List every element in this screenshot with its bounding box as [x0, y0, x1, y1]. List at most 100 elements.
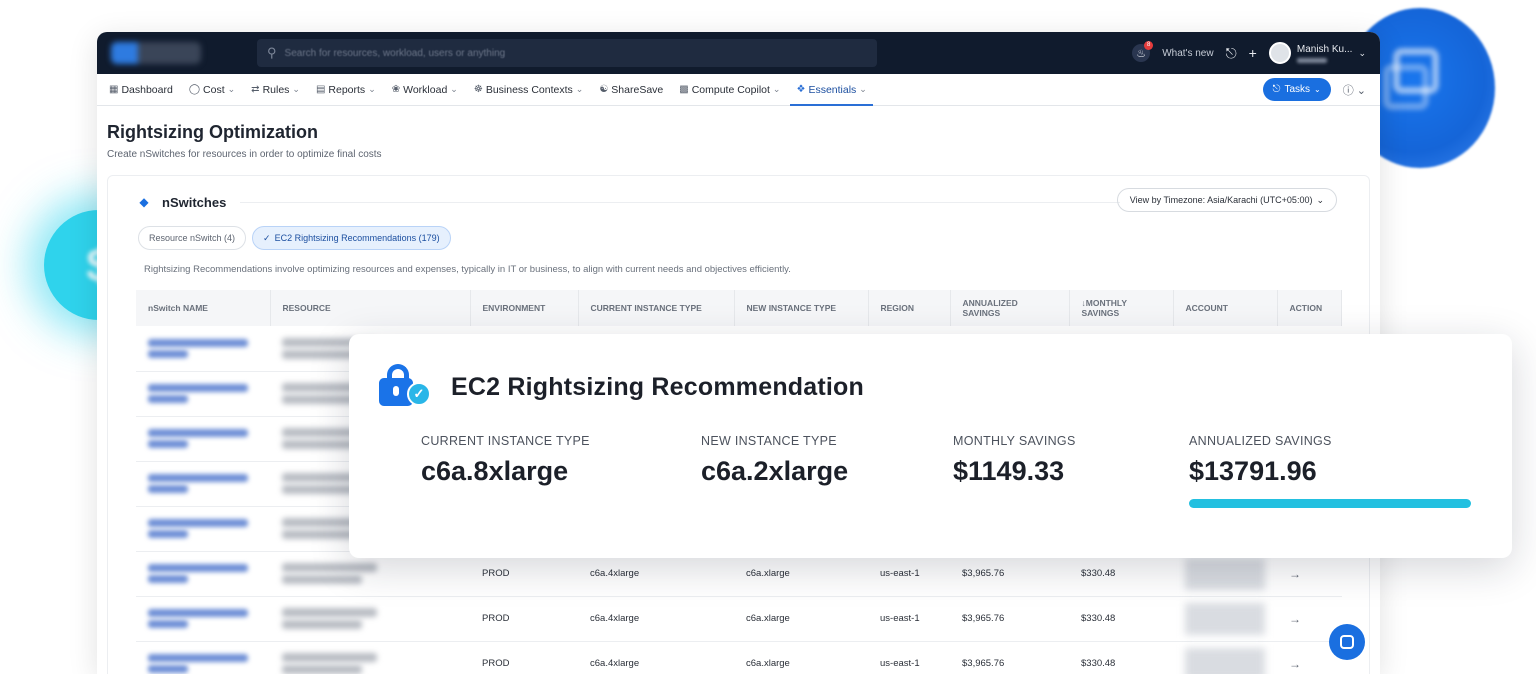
tab-resource-nswitch[interactable]: Resource nSwitch (4): [138, 226, 247, 250]
top-bar-actions: ♨ 8 What's new ⎋ + Manish Ku... ⌄: [1132, 32, 1366, 74]
chevron-down-icon: ⌄: [859, 84, 867, 94]
col-resource[interactable]: RESOURCE: [270, 290, 471, 326]
monthly-savings-cell: $330.48: [1069, 641, 1173, 674]
monthly-savings-label: MONTHLY SAVINGS: [953, 434, 1076, 448]
arrow-right-icon[interactable]: →: [1289, 612, 1301, 626]
col-account[interactable]: ACCOUNT: [1173, 290, 1278, 326]
nav-rules[interactable]: ⇄ Rules ⌄: [251, 74, 300, 106]
tab-ec2-rightsizing[interactable]: ✓ EC2 Rightsizing Recommendations (179): [252, 226, 451, 250]
region-cell: us-east-1: [868, 596, 950, 642]
notification-count-badge: 8: [1144, 41, 1154, 50]
nswitch-name-cell[interactable]: [136, 416, 270, 462]
chevron-down-icon: ⌄: [1314, 85, 1321, 94]
plus-icon[interactable]: +: [1249, 45, 1257, 61]
page-title: Rightsizing Optimization: [107, 122, 318, 142]
col-monthly-savings[interactable]: ↓MONTHLY SAVINGS: [1069, 290, 1174, 326]
report-icon: ▤: [315, 84, 326, 95]
page-subtitle: Create nSwitches for resources in order …: [107, 149, 382, 160]
nswitch-name-cell[interactable]: [136, 326, 270, 372]
col-current-instance-type[interactable]: CURRENT INSTANCE TYPE: [578, 290, 735, 326]
whats-new-link[interactable]: What's new: [1162, 48, 1213, 59]
nswitch-name-cell[interactable]: [136, 371, 270, 417]
nav-sharesave[interactable]: ☯ ShareSave: [599, 74, 663, 106]
chevron-down-icon: ⌄: [772, 84, 781, 94]
nswitch-name-cell[interactable]: [136, 461, 270, 507]
nswitch-name-cell[interactable]: [136, 506, 270, 552]
arrow-right-icon[interactable]: →: [1289, 567, 1301, 581]
nav-label: Dashboard: [121, 83, 173, 96]
search-bar[interactable]: ⚲ Search for resources, workload, users …: [257, 39, 877, 67]
col-action: ACTION: [1277, 290, 1342, 326]
current-instance-block: CURRENT INSTANCE TYPE c6a.8xlarge: [421, 434, 590, 487]
help-icon[interactable]: ⓘ ⌄: [1343, 82, 1366, 98]
col-annualized-savings[interactable]: ANNUALIZED SAVINGS: [950, 290, 1070, 326]
annualized-savings-label: ANNUALIZED SAVINGS: [1189, 434, 1332, 448]
chat-launcher-button[interactable]: [1329, 624, 1365, 660]
bell-icon[interactable]: ⎋: [1226, 45, 1237, 62]
user-subtitle: [1296, 57, 1327, 63]
whats-new-icon[interactable]: ♨ 8: [1132, 41, 1154, 62]
nav-workload[interactable]: ❀ Workload ⌄: [392, 74, 458, 106]
main-nav: ▦ Dashboard ◯ Cost ⌄ ⇄ Rules ⌄ ▤ Reports ⌄ ❀ Wor…: [97, 74, 1380, 106]
nswitch-name-cell[interactable]: [136, 551, 270, 597]
copy-icon-front: [1393, 48, 1439, 94]
page-content: Rightsizing Optimization Create nSwitche…: [97, 106, 1380, 160]
chevron-down-icon: ⌄: [292, 84, 300, 94]
lock-check-icon: ✓: [379, 364, 431, 410]
table-row[interactable]: PROD c6a.4xlarge c6a.xlarge us-east-1 $3…: [136, 641, 1342, 674]
nswitch-name-cell[interactable]: [136, 641, 270, 674]
nav-business-contexts[interactable]: ☸ Business Contexts ⌄: [474, 74, 583, 106]
nav-essentials[interactable]: ❖ Essentials ⌄: [790, 74, 874, 106]
arrow-right-icon[interactable]: →: [1289, 657, 1301, 671]
col-region[interactable]: REGION: [868, 290, 951, 326]
region-cell: us-east-1: [868, 641, 950, 674]
user-name: Manish Ku...: [1296, 43, 1353, 55]
timezone-dropdown[interactable]: View by Timezone: Asia/Karachi (UTC+05:0…: [1116, 188, 1337, 212]
nav-compute-copilot[interactable]: ▩ Compute Copilot ⌄: [679, 74, 780, 106]
card-description: Rightsizing Recommendations involve opti…: [144, 264, 791, 275]
chevron-down-icon: ⌄: [1358, 47, 1366, 58]
table-row[interactable]: PROD c6a.4xlarge c6a.xlarge us-east-1 $3…: [136, 596, 1342, 642]
rules-icon: ⇄: [251, 84, 260, 95]
divider: [240, 202, 1120, 203]
tab-label: EC2 Rightsizing Recommendations (179): [274, 233, 440, 243]
search-input[interactable]: Search for resources, workload, users or…: [285, 48, 506, 59]
timezone-label: View by Timezone: Asia/Karachi (UTC+05:0…: [1129, 195, 1313, 205]
col-nswitch-name[interactable]: nSwitch NAME: [136, 290, 271, 326]
table-header-row: nSwitch NAME RESOURCE ENVIRONMENT CURREN…: [136, 290, 1342, 326]
nav-right-actions: ⎋ Tasks ⌄ ⓘ ⌄: [1262, 78, 1366, 101]
monthly-savings-value: $1149.33: [953, 456, 1065, 486]
nav-dashboard[interactable]: ▦ Dashboard: [109, 74, 173, 106]
user-menu[interactable]: Manish Ku... ⌄: [1268, 42, 1366, 64]
environment-cell: PROD: [470, 641, 578, 674]
user-name-block: Manish Ku...: [1296, 43, 1353, 63]
chat-icon: [1340, 635, 1354, 649]
new-instance-block: NEW INSTANCE TYPE c6a.2xlarge: [701, 434, 848, 487]
current-instance-label: CURRENT INSTANCE TYPE: [421, 434, 590, 448]
monthly-savings-block: MONTHLY SAVINGS $1149.33: [953, 434, 1076, 487]
col-new-instance-type[interactable]: NEW INSTANCE TYPE: [734, 290, 869, 326]
annualized-savings-block: ANNUALIZED SAVINGS $13791.96: [1189, 434, 1332, 487]
chevron-down-icon: ⌄: [368, 84, 376, 94]
layers-icon: ◆: [139, 195, 149, 209]
tasks-button[interactable]: ⎋ Tasks ⌄: [1262, 78, 1331, 101]
nav-cost[interactable]: ◯ Cost ⌄: [189, 74, 235, 106]
new-instance-value: c6a.2xlarge: [701, 456, 849, 486]
card-title: nSwitches: [162, 194, 227, 210]
col-environment[interactable]: ENVIRONMENT: [470, 290, 579, 326]
nav-label: Essentials: [808, 83, 857, 96]
tasks-label: Tasks: [1284, 84, 1311, 95]
people-icon: ☸: [473, 84, 483, 95]
annualized-savings-cell: $3,965.76: [950, 641, 1069, 674]
nav-label: Cost: [203, 83, 225, 96]
nav-reports[interactable]: ▤ Reports ⌄: [316, 74, 376, 106]
new-instance-label: NEW INSTANCE TYPE: [701, 434, 837, 448]
check-circle-icon: ✓: [263, 232, 271, 243]
overlay-header: ✓ EC2 Rightsizing Recommendation: [379, 364, 864, 410]
nav-label: ShareSave: [611, 83, 664, 96]
chevron-down-icon: ⌄: [227, 84, 236, 94]
nswitch-name-cell[interactable]: [136, 596, 270, 642]
logo: [111, 42, 201, 64]
dollar-icon: ◯: [188, 84, 201, 95]
copilot-icon: ▩: [679, 84, 689, 95]
